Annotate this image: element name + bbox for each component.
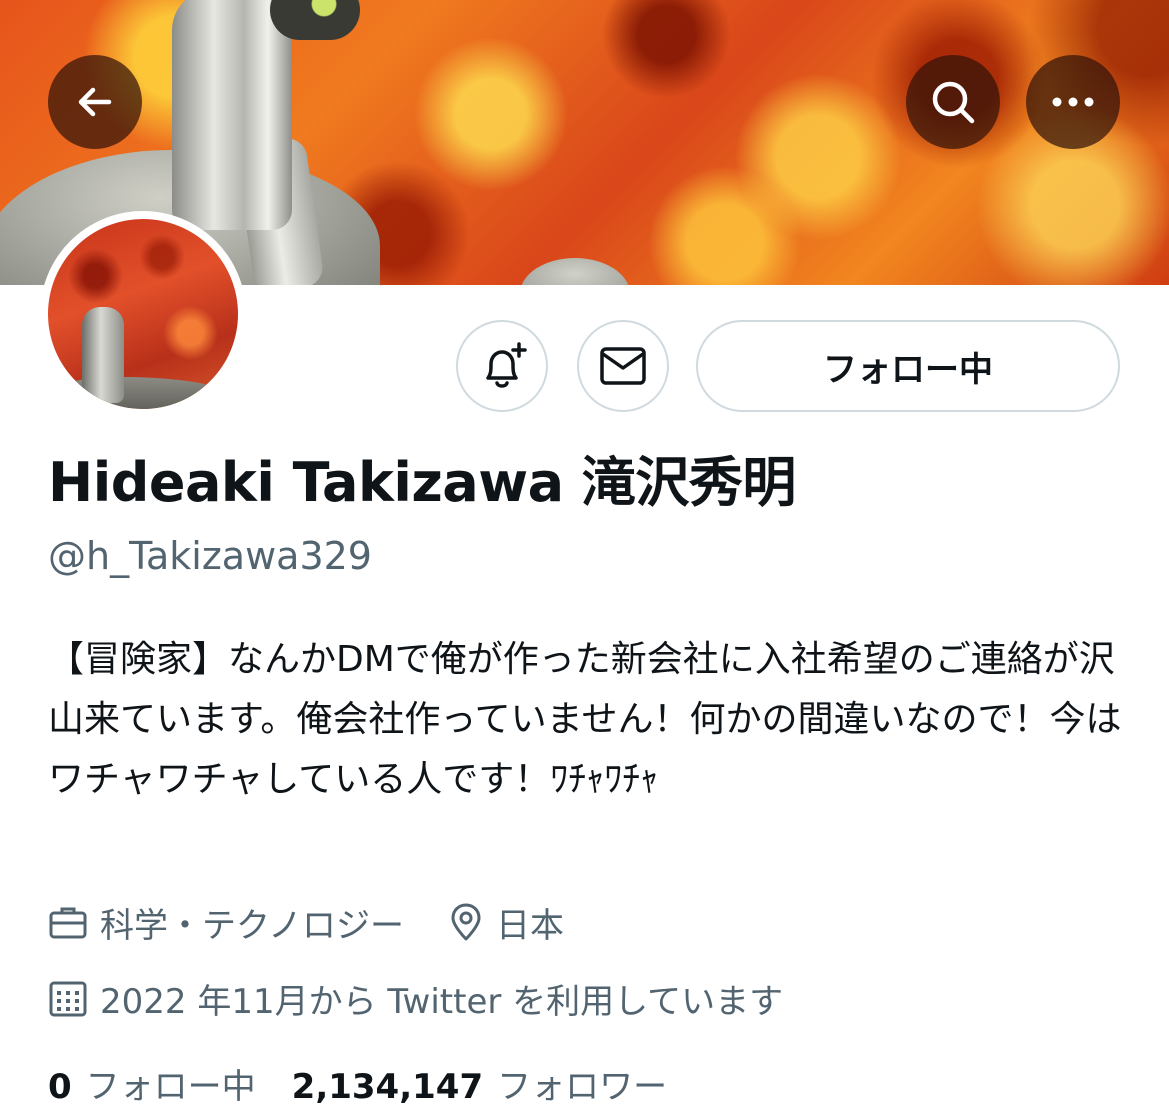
followers-count: 2,134,147 [291, 1066, 484, 1107]
location-pin-icon [448, 902, 484, 942]
category-label: 科学・テクノロジー [100, 905, 404, 946]
calendar-icon [48, 978, 88, 1018]
bell-plus-icon [486, 342, 527, 388]
joined-row: 2022 年11月から Twitter を利用しています [48, 972, 783, 1024]
profile-bio: 【冒険家】なんかDMで俺が作った新会社に入社希望のご連絡が沢山来ています。俺会社… [48, 639, 1122, 800]
location-item: 日本 [448, 898, 564, 947]
following-button[interactable]: フォロー中 [696, 320, 1120, 412]
following-count: 0 [48, 1066, 72, 1107]
arrow-left-icon [78, 87, 112, 117]
joined-item: 2022 年11月から Twitter を利用しています [48, 974, 783, 1023]
notify-button[interactable] [456, 320, 548, 412]
joined-label: 2022 年11月から Twitter を利用しています [100, 981, 784, 1022]
following-stat[interactable]: 0 フォロー中 [48, 1059, 256, 1108]
banner-rock-small [520, 258, 630, 285]
search-icon [932, 81, 975, 124]
profile-meta-row: 科学・テクノロジー 日本 [48, 896, 564, 948]
avatar-figure [82, 307, 124, 403]
location-label: 日本 [495, 905, 564, 946]
followers-label: フォロワー [497, 1066, 668, 1107]
more-button[interactable] [1026, 55, 1120, 149]
search-button[interactable] [906, 55, 1000, 149]
followers-stat[interactable]: 2,134,147 フォロワー [292, 1059, 667, 1108]
mail-icon [600, 347, 646, 385]
display-name: Hideaki Takizawa 滝沢秀明 [48, 451, 796, 514]
more-horizontal-icon [1052, 97, 1094, 107]
avatar-image [48, 219, 238, 409]
briefcase-icon [48, 904, 88, 940]
banner-figure [172, 0, 292, 230]
back-button[interactable] [48, 55, 142, 149]
follow-stats: 0 フォロー中 2,134,147 フォロワー [48, 1058, 667, 1108]
category-item: 科学・テクノロジー [48, 898, 404, 947]
message-button[interactable] [577, 320, 669, 412]
user-handle: @h_Takizawa329 [48, 534, 372, 578]
banner-figure-mask [270, 0, 360, 40]
following-label: フォロー中 [85, 1066, 256, 1107]
avatar-ground [48, 377, 238, 409]
avatar[interactable] [40, 211, 246, 417]
